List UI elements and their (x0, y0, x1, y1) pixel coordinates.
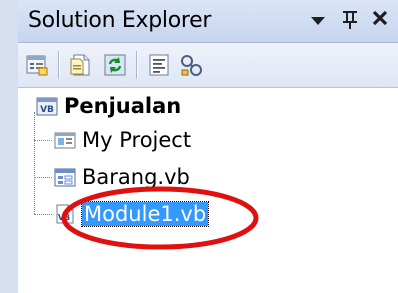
class-diagram-button[interactable] (178, 52, 204, 78)
vb-project-icon: VB (36, 97, 58, 116)
class-view-icon (181, 55, 202, 76)
adjacent-window-edge (0, 0, 19, 293)
panel-title: Solution Explorer (28, 8, 212, 33)
close-icon (372, 10, 388, 26)
screenshot-frame: Solution Explorer VB Penjualan My Projec… (0, 0, 398, 293)
auto-hide-pin-button[interactable] (338, 8, 362, 34)
view-code-icon (149, 54, 169, 76)
tree-connector (34, 214, 52, 215)
tree-item-label-selected: Module1.vb (80, 201, 210, 227)
svg-text:VB: VB (58, 213, 70, 222)
form-icon (54, 168, 76, 187)
refresh-icon (104, 54, 126, 76)
solution-explorer-panel: Solution Explorer VB Penjualan My Projec… (18, 0, 398, 293)
toolbar (18, 43, 398, 88)
tree-root-project[interactable]: VB Penjualan (36, 92, 181, 120)
pin-icon (343, 11, 357, 29)
module-icon: VB (56, 204, 74, 224)
tree-connector (34, 177, 52, 178)
tree-item-label: Barang.vb (82, 165, 190, 189)
tree-item-barang-vb[interactable]: Barang.vb (54, 163, 190, 191)
properties-button[interactable] (24, 52, 50, 78)
show-all-files-icon (70, 54, 90, 76)
window-position-dropdown-button[interactable] (306, 8, 330, 34)
tree-item-label: My Project (82, 128, 192, 152)
show-all-files-button[interactable] (68, 52, 94, 78)
tree-item-module1-vb[interactable]: VB Module1.vb (54, 200, 210, 228)
chevron-down-icon (311, 17, 325, 25)
svg-text:VB: VB (40, 105, 54, 115)
tree-item-my-project[interactable]: My Project (54, 126, 191, 154)
tree-connector (34, 112, 35, 214)
solution-tree: VB Penjualan My Project Barang.vb VB Mod… (18, 88, 398, 293)
view-code-button[interactable] (146, 52, 172, 78)
properties-icon (26, 55, 48, 76)
title-bar: Solution Explorer (18, 0, 398, 43)
close-button[interactable] (368, 8, 392, 34)
tree-root-label: Penjualan (64, 94, 182, 118)
refresh-button[interactable] (102, 52, 128, 78)
my-project-icon (54, 132, 76, 149)
tree-connector (34, 140, 52, 141)
